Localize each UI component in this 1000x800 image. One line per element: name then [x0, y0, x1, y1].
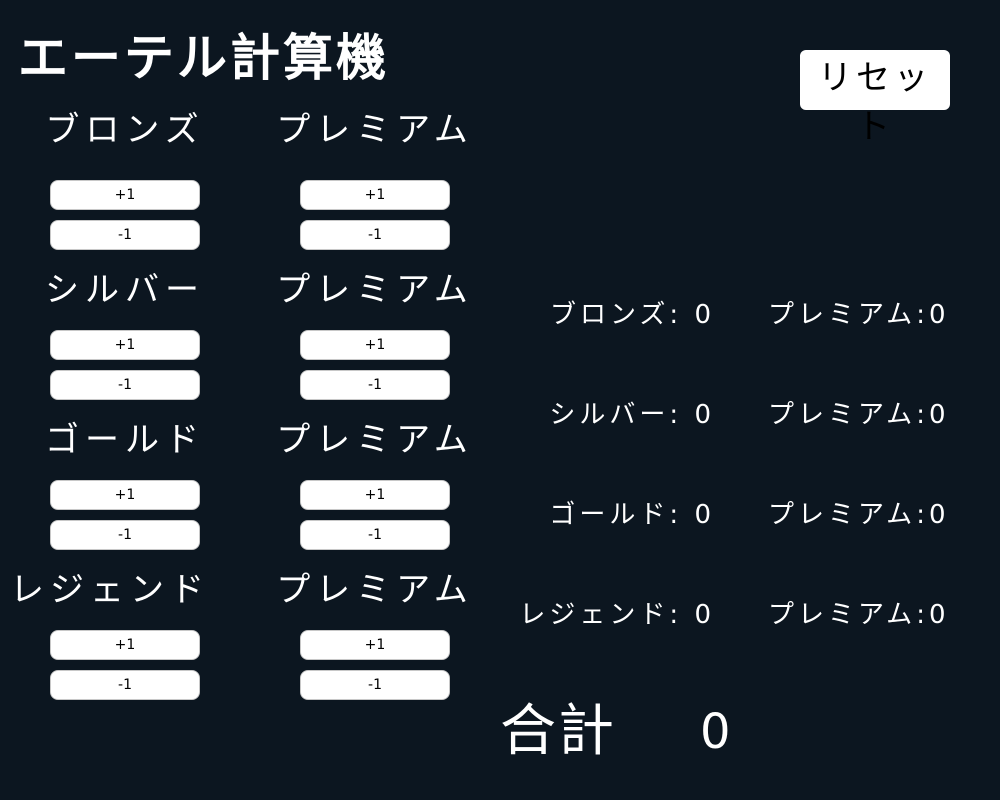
summary-silver-count: 0: [694, 400, 715, 430]
legend-plus-button[interactable]: +1: [50, 630, 200, 660]
summary-gold-count: 0: [694, 500, 715, 530]
summary-legend-label: レジェンド: [519, 600, 670, 630]
silver-plus-button[interactable]: +1: [50, 330, 200, 360]
summary-gold-premium-count: 0: [928, 500, 950, 530]
summary-gold: ゴールド: 0: [549, 500, 715, 530]
silver-premium-minus-button[interactable]: -1: [300, 370, 450, 400]
bronze-premium-minus-button[interactable]: -1: [300, 220, 450, 250]
group-label-silver-premium: プレミアム: [276, 270, 474, 310]
gold-minus-button[interactable]: -1: [50, 520, 200, 550]
group-label-silver: シルバー: [45, 270, 205, 310]
summary-silver-premium-label: プレミアム: [768, 400, 917, 430]
silver-minus-button[interactable]: -1: [50, 370, 200, 400]
summary-silver-premium: プレミアム:0: [768, 400, 950, 430]
summary-silver: シルバー: 0: [549, 400, 715, 430]
legend-premium-plus-button[interactable]: +1: [300, 630, 450, 660]
total-label: 合計: [500, 699, 616, 764]
legend-premium-minus-button[interactable]: -1: [300, 670, 450, 700]
summary-legend-premium-count: 0: [928, 600, 950, 630]
group-label-bronze: ブロンズ: [45, 110, 205, 150]
summary-bronze-premium-count: 0: [928, 300, 950, 330]
reset-button[interactable]: リセット: [800, 50, 950, 147]
bronze-premium-plus-button[interactable]: +1: [300, 180, 450, 210]
summary-legend-premium-label: プレミアム: [768, 600, 917, 630]
summary-silver-premium-count: 0: [928, 400, 950, 430]
summary-silver-label: シルバー: [549, 400, 670, 430]
bronze-plus-button[interactable]: +1: [50, 180, 200, 210]
group-label-gold: ゴールド: [45, 420, 205, 460]
group-label-legend: レジェンド: [10, 570, 210, 610]
bronze-minus-button[interactable]: -1: [50, 220, 200, 250]
summary-gold-premium: プレミアム:0: [768, 500, 950, 530]
group-label-legend-premium: プレミアム: [276, 570, 474, 610]
gold-premium-plus-button[interactable]: +1: [300, 480, 450, 510]
summary-legend-premium: プレミアム:0: [768, 600, 950, 630]
summary-gold-premium-label: プレミアム: [768, 500, 917, 530]
summary-legend: レジェンド: 0: [519, 600, 715, 630]
total-value: 0: [700, 704, 731, 760]
summary-bronze-count: 0: [694, 300, 715, 330]
gold-premium-minus-button[interactable]: -1: [300, 520, 450, 550]
summary-gold-label: ゴールド: [549, 500, 670, 530]
summary-bronze-premium-label: プレミアム: [768, 300, 917, 330]
silver-premium-plus-button[interactable]: +1: [300, 330, 450, 360]
summary-bronze-label: ブロンズ: [549, 300, 670, 330]
summary-legend-count: 0: [694, 600, 715, 630]
gold-plus-button[interactable]: +1: [50, 480, 200, 510]
app-title: エーテル計算機: [18, 29, 389, 87]
summary-bronze-premium: プレミアム:0: [768, 300, 950, 330]
group-label-gold-premium: プレミアム: [276, 420, 474, 460]
legend-minus-button[interactable]: -1: [50, 670, 200, 700]
group-label-bronze-premium: プレミアム: [276, 110, 474, 150]
summary-bronze: ブロンズ: 0: [549, 300, 715, 330]
